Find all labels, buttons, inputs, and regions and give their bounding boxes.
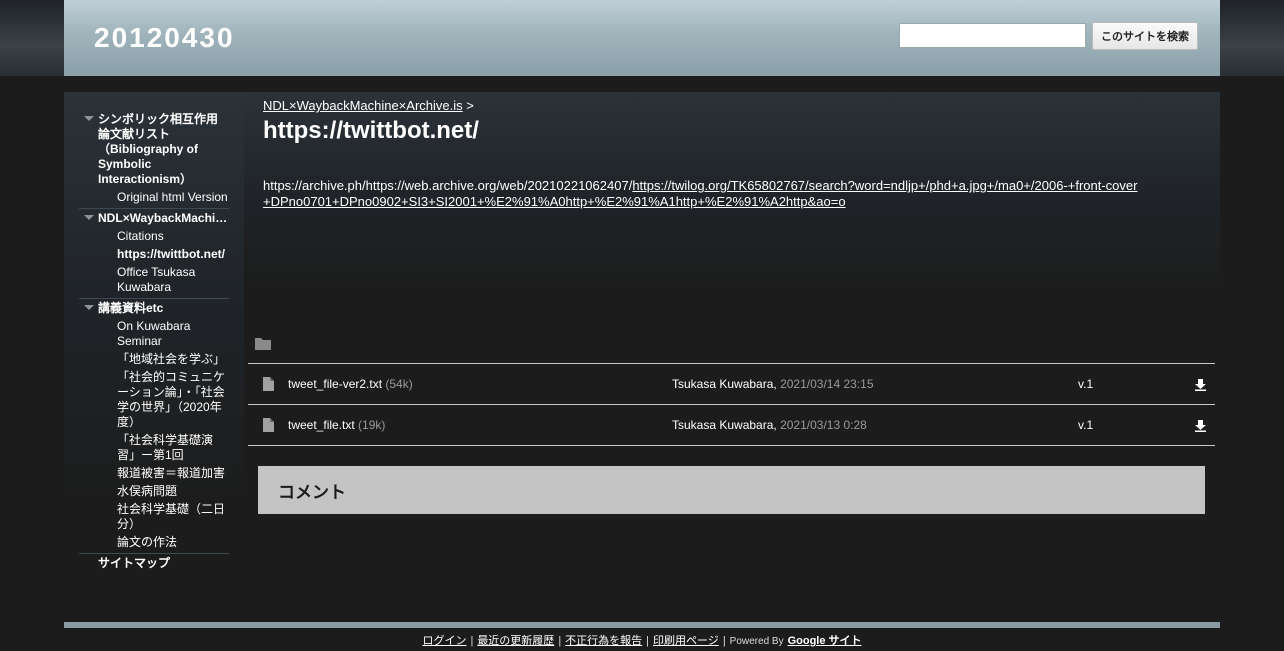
main-content: NDL×WaybackMachine×Archive.is > https://…: [244, 92, 1220, 612]
nav-subitem-minamata[interactable]: 水俣病問題: [79, 484, 229, 502]
nav-item-lecture[interactable]: 講義資料etc: [79, 299, 229, 319]
nav-item-label: サイトマップ: [98, 556, 171, 570]
nav-subitem-original-html[interactable]: Original html Version: [79, 190, 229, 208]
download-icon[interactable]: [1195, 379, 1206, 391]
footer-powered-by: Powered By: [729, 636, 784, 647]
attachment-name[interactable]: tweet_file.txt: [288, 418, 355, 432]
nav-subitem-communication[interactable]: 「社会的コミュニケーション論」・「社会学の世界」（2020年度）: [79, 370, 229, 433]
attachment-author: Tsukasa Kuwabara,: [672, 377, 777, 391]
footer-report-abuse-link[interactable]: 不正行為を報告: [565, 635, 642, 647]
file-icon: [263, 377, 274, 391]
nav-group-ndl: NDL×WaybackMachine×Archive.is Citations …: [79, 209, 229, 299]
attachment-version[interactable]: v.1: [1078, 418, 1093, 432]
nav-group-bibliography: シンボリック相互作用論文献リスト（Bibliography of Symboli…: [79, 110, 229, 209]
comments-title: コメント: [278, 483, 346, 502]
attachment-size: (54k): [385, 377, 413, 391]
nav-subitem-twittbot[interactable]: https://twittbot.net/: [79, 247, 229, 265]
attachment-name[interactable]: tweet_file-ver2.txt: [288, 377, 382, 391]
site-header: 20120430 このサイトを検索: [64, 0, 1220, 76]
nav-subitem-citations[interactable]: Citations: [79, 229, 229, 247]
nav-subitem-kiso[interactable]: 社会科学基礎（二日分）: [79, 502, 229, 535]
nav-item-label: シンボリック相互作用論文献リスト（Bibliography of Symboli…: [98, 112, 219, 186]
nav-item-sitemap[interactable]: サイトマップ: [79, 554, 229, 574]
sidebar: シンボリック相互作用論文献リスト（Bibliography of Symboli…: [64, 92, 244, 612]
breadcrumb-separator: >: [466, 98, 474, 113]
site-title[interactable]: 20120430: [94, 22, 235, 54]
nav-subitem-chiiki[interactable]: 「地域社会を学ぶ」: [79, 352, 229, 370]
footer-separator: |: [470, 635, 474, 647]
attachment-version[interactable]: v.1: [1078, 377, 1093, 391]
page-title: https://twittbot.net/: [263, 117, 479, 144]
page-body: https://archive.ph/https://web.archive.o…: [263, 178, 1143, 210]
download-icon[interactable]: [1195, 420, 1206, 432]
nav-item-ndl[interactable]: NDL×WaybackMachine×Archive.is: [79, 209, 229, 229]
attachment-date: 2021/03/13 0:28: [780, 418, 867, 432]
nav-subitem-seminar[interactable]: On Kuwabara Seminar: [79, 319, 229, 352]
footer-separator: |: [722, 635, 726, 647]
footer-recent-changes-link[interactable]: 最近の更新履歴: [477, 635, 554, 647]
expand-triangle-icon[interactable]: [84, 116, 94, 121]
footer-separator: |: [646, 635, 650, 647]
expand-triangle-icon[interactable]: [84, 215, 94, 220]
breadcrumb: NDL×WaybackMachine×Archive.is >: [263, 98, 474, 113]
nav-subitem-office[interactable]: Office Tsukasa Kuwabara: [79, 265, 229, 298]
nav-group-lecture: 講義資料etc On Kuwabara Seminar 「地域社会を学ぶ」 「社…: [79, 299, 229, 554]
nav-item-label: 講義資料etc: [98, 301, 164, 315]
footer-bar: [64, 622, 1220, 628]
attachment-date: 2021/03/14 23:15: [780, 377, 874, 391]
nav-subitem-houdou[interactable]: 報道被害＝報道加害: [79, 466, 229, 484]
footer-login-link[interactable]: ログイン: [422, 635, 466, 647]
sidebar-nav: シンボリック相互作用論文献リスト（Bibliography of Symboli…: [79, 110, 229, 574]
file-icon: [263, 418, 274, 432]
nav-item-label: NDL×WaybackMachine×Archive.is: [98, 211, 229, 225]
breadcrumb-link[interactable]: NDL×WaybackMachine×Archive.is: [263, 98, 463, 113]
footer-separator: |: [558, 635, 562, 647]
attachment-name-cell: tweet_file.txt (19k): [288, 418, 385, 432]
nav-subitem-enshu[interactable]: 「社会科学基礎演習」ー第1回: [79, 433, 229, 466]
expand-triangle-icon[interactable]: [84, 305, 94, 310]
search-button[interactable]: このサイトを検索: [1092, 22, 1198, 50]
footer-print-page-link[interactable]: 印刷用ページ: [653, 635, 719, 647]
nav-item-bibliography[interactable]: シンボリック相互作用論文献リスト（Bibliography of Symboli…: [79, 110, 229, 190]
nav-subitem-ronbun[interactable]: 論文の作法: [79, 535, 229, 553]
footer-google-sites-link[interactable]: Google サイト: [788, 635, 862, 647]
footer: ログイン | 最近の更新履歴 | 不正行為を報告 | 印刷用ページ | Powered By Go…: [0, 632, 1284, 648]
folder-icon: [255, 338, 271, 350]
attachment-author-cell: Tsukasa Kuwabara, 2021/03/13 0:28: [672, 418, 867, 432]
attachment-author: Tsukasa Kuwabara,: [672, 418, 777, 432]
comments-section: コメント: [258, 466, 1205, 514]
attachment-author-cell: Tsukasa Kuwabara, 2021/03/14 23:15: [672, 377, 874, 391]
attachment-row: tweet_file.txt (19k) Tsukasa Kuwabara, 2…: [248, 404, 1215, 446]
attachment-row: tweet_file-ver2.txt (54k) Tsukasa Kuwaba…: [248, 363, 1215, 403]
attachment-size: (19k): [358, 418, 386, 432]
attachment-name-cell: tweet_file-ver2.txt (54k): [288, 377, 413, 391]
body-prefix-text: https://archive.ph/https://web.archive.o…: [263, 178, 633, 193]
search-input[interactable]: [899, 23, 1086, 48]
